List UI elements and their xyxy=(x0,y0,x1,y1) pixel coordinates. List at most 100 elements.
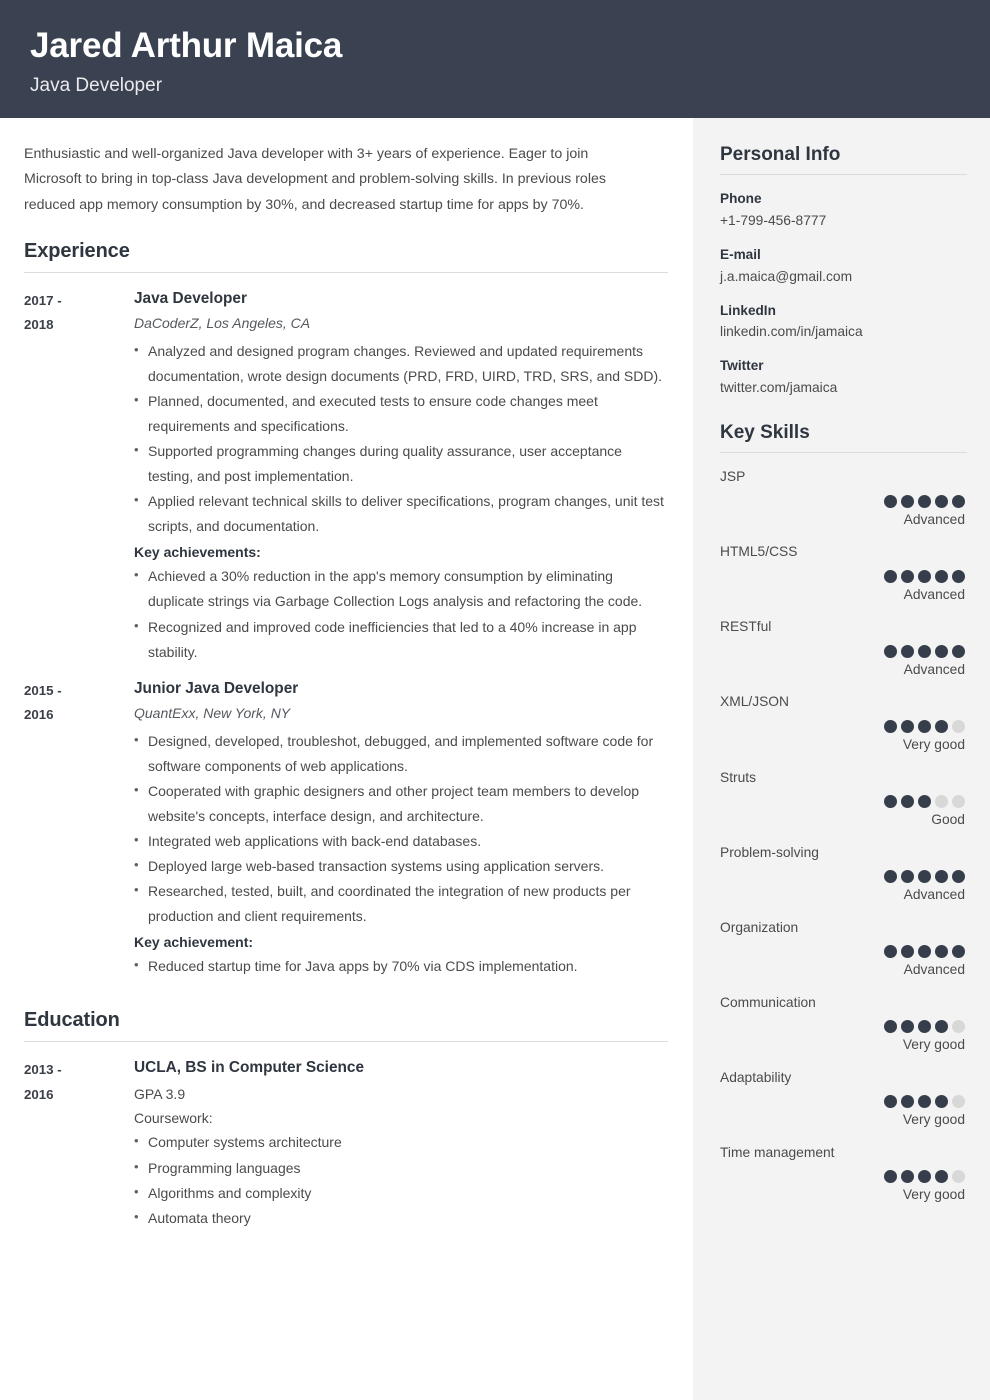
experience-section: Experience 2017 - 2018 Java Developer Da… xyxy=(24,240,668,979)
experience-entry: 2015 - 2016 Junior Java Developer QuantE… xyxy=(24,677,668,980)
key-skills-divider xyxy=(720,452,967,453)
rating-dot-filled xyxy=(884,870,897,883)
coursework-list: Computer systems architecture Programmin… xyxy=(134,1130,668,1230)
rating-dot-filled xyxy=(884,1020,897,1033)
candidate-job-title: Java Developer xyxy=(30,75,960,98)
skill-level-label: Advanced xyxy=(720,660,965,681)
professional-summary: Enthusiastic and well-organized Java dev… xyxy=(24,142,624,218)
main-column: Enthusiastic and well-organized Java dev… xyxy=(0,118,693,1400)
key-skills-heading: Key Skills xyxy=(720,422,965,452)
date-end: 2016 xyxy=(24,703,134,728)
skill-rating-dots xyxy=(720,570,965,583)
experience-dates: 2017 - 2018 xyxy=(24,287,134,665)
rating-dot-filled xyxy=(901,1095,914,1108)
rating-dot-filled xyxy=(952,870,965,883)
skill-rating-dots xyxy=(720,1095,965,1108)
skill-item: XML/JSON Very good xyxy=(720,691,965,755)
coursework-label: Coursework: xyxy=(134,1106,668,1130)
candidate-name: Jared Arthur Maica xyxy=(30,24,960,68)
key-skills-section: Key Skills JSPAdvancedHTML5/CSSAdvancedR… xyxy=(720,422,965,1206)
experience-job-title: Junior Java Developer xyxy=(134,677,668,700)
skill-rating-dots xyxy=(720,1170,965,1183)
list-item: Supported programming changes during qua… xyxy=(134,439,668,489)
personal-info-heading: Personal Info xyxy=(720,144,965,174)
rating-dot-filled xyxy=(918,870,931,883)
rating-dot-filled xyxy=(901,1170,914,1183)
rating-dot-filled xyxy=(952,495,965,508)
skill-level-label: Advanced xyxy=(720,960,965,981)
rating-dot-filled xyxy=(918,645,931,658)
experience-bullet-list: Analyzed and designed program changes. R… xyxy=(134,339,668,539)
rating-dot-empty xyxy=(952,1020,965,1033)
rating-dot-filled xyxy=(935,1095,948,1108)
rating-dot-filled xyxy=(901,570,914,583)
experience-details: Junior Java Developer QuantExx, New York… xyxy=(134,677,668,980)
rating-dot-filled xyxy=(935,1020,948,1033)
experience-company: QuantExx, New York, NY xyxy=(134,703,668,724)
experience-dates: 2015 - 2016 xyxy=(24,677,134,980)
rating-dot-empty xyxy=(935,795,948,808)
skill-item: RESTfulAdvanced xyxy=(720,616,965,680)
skill-name: JSP xyxy=(720,466,965,487)
education-divider xyxy=(24,1041,668,1042)
key-achievements-label: Key achievements: xyxy=(134,540,668,564)
skill-rating-dots xyxy=(720,720,965,733)
rating-dot-filled xyxy=(901,1020,914,1033)
education-details: UCLA, BS in Computer Science GPA 3.9 Cou… xyxy=(134,1056,668,1230)
skill-level-label: Very good xyxy=(720,1035,965,1056)
rating-dot-filled xyxy=(884,1170,897,1183)
skill-level-label: Very good xyxy=(720,735,965,756)
rating-dot-filled xyxy=(901,795,914,808)
twitter-label: Twitter xyxy=(720,355,965,377)
skill-name: Struts xyxy=(720,767,965,788)
skill-item: CommunicationVery good xyxy=(720,992,965,1056)
experience-details: Java Developer DaCoderZ, Los Angeles, CA… xyxy=(134,287,668,665)
rating-dot-filled xyxy=(884,795,897,808)
skill-item: Time managementVery good xyxy=(720,1142,965,1206)
experience-achievement-list: Reduced startup time for Java apps by 70… xyxy=(134,954,668,979)
contact-field: E-mail j.a.maica@gmail.com xyxy=(720,244,965,288)
rating-dot-filled xyxy=(935,645,948,658)
skill-item: Problem-solvingAdvanced xyxy=(720,842,965,906)
education-entry: 2013 - 2016 UCLA, BS in Computer Science… xyxy=(24,1056,668,1230)
skill-name: Time management xyxy=(720,1142,965,1163)
skill-level-label: Advanced xyxy=(720,885,965,906)
rating-dot-empty xyxy=(952,795,965,808)
date-end: 2016 xyxy=(24,1083,134,1108)
skill-rating-dots xyxy=(720,645,965,658)
contact-field: LinkedIn linkedin.com/in/jamaica xyxy=(720,300,965,344)
rating-dot-filled xyxy=(935,570,948,583)
rating-dot-filled xyxy=(918,795,931,808)
education-heading: Education xyxy=(24,1009,668,1041)
twitter-value[interactable]: twitter.com/jamaica xyxy=(720,377,965,399)
education-gpa: GPA 3.9 xyxy=(134,1082,668,1106)
linkedin-label: LinkedIn xyxy=(720,300,965,322)
rating-dot-empty xyxy=(952,720,965,733)
rating-dot-filled xyxy=(884,1095,897,1108)
rating-dot-filled xyxy=(935,1170,948,1183)
rating-dot-filled xyxy=(901,870,914,883)
skill-rating-dots xyxy=(720,945,965,958)
rating-dot-filled xyxy=(884,645,897,658)
email-label: E-mail xyxy=(720,244,965,266)
rating-dot-filled xyxy=(884,570,897,583)
skill-rating-dots xyxy=(720,1020,965,1033)
rating-dot-filled xyxy=(901,945,914,958)
rating-dot-empty xyxy=(952,1170,965,1183)
experience-divider xyxy=(24,272,668,273)
list-item: Reduced startup time for Java apps by 70… xyxy=(134,954,668,979)
experience-company: DaCoderZ, Los Angeles, CA xyxy=(134,313,668,334)
rating-dot-filled xyxy=(918,1020,931,1033)
sidebar: Personal Info Phone +1-799-456-8777 E-ma… xyxy=(693,118,990,1400)
rating-dot-filled xyxy=(901,645,914,658)
date-start: 2017 - xyxy=(24,289,134,314)
experience-job-title: Java Developer xyxy=(134,287,668,310)
list-item: Algorithms and complexity xyxy=(134,1181,668,1206)
rating-dot-filled xyxy=(952,645,965,658)
email-value[interactable]: j.a.maica@gmail.com xyxy=(720,266,965,288)
list-item: Programming languages xyxy=(134,1156,668,1181)
skill-item: JSPAdvanced xyxy=(720,466,965,530)
linkedin-value[interactable]: linkedin.com/in/jamaica xyxy=(720,321,965,343)
rating-dot-filled xyxy=(935,870,948,883)
skill-name: XML/JSON xyxy=(720,691,965,712)
